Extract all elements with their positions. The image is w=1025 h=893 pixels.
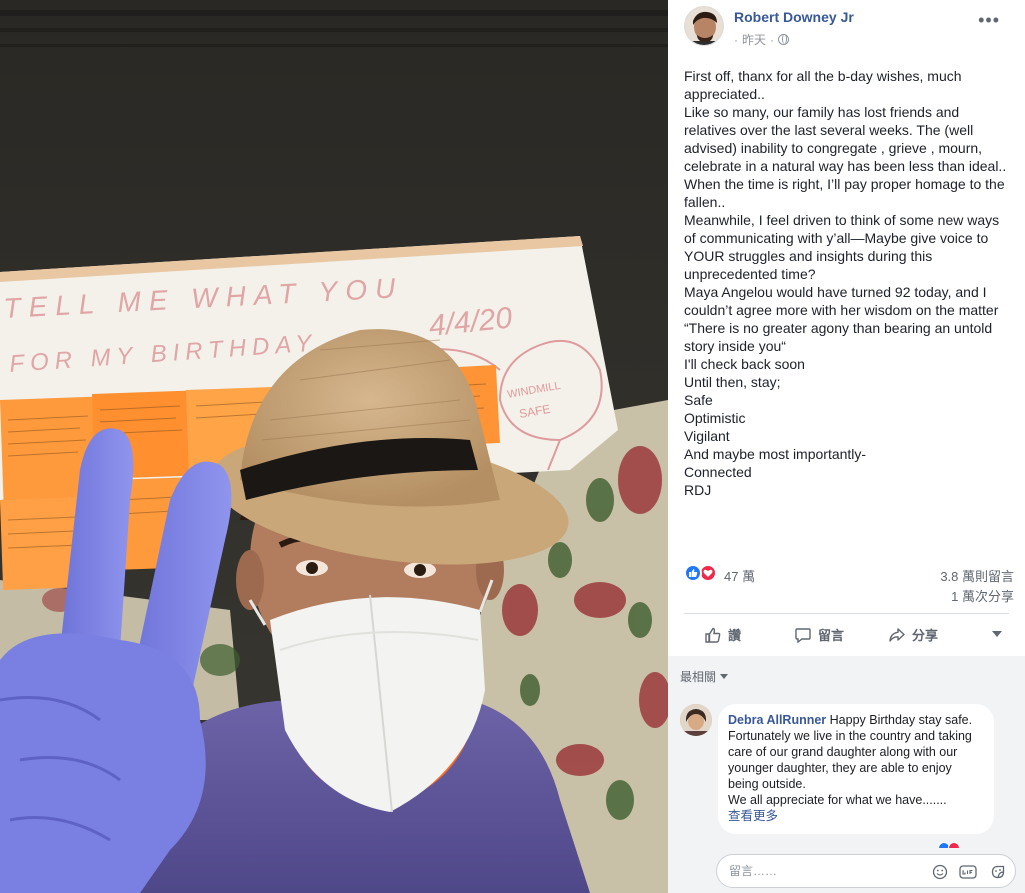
share-count[interactable]: 1 萬次分享 xyxy=(951,586,1014,605)
comment-text-last: We all appreciate for what we have......… xyxy=(728,793,947,807)
reactions-bar: 47 萬 3.8 萬則留言 1 萬次分享 xyxy=(684,564,1014,604)
comment-bubble: Debra AllRunner Happy Birthday stay safe… xyxy=(718,704,994,834)
post-text-line: Optimistic xyxy=(684,410,746,426)
chevron-down-icon[interactable] xyxy=(992,631,1002,637)
comment-text-rest: Fortunately we live in the country and t… xyxy=(728,729,972,791)
author-name[interactable]: Robert Downey Jr xyxy=(734,9,854,25)
comment-input[interactable] xyxy=(729,862,919,880)
comment-sort-label: 最相關 xyxy=(680,670,717,684)
share-icon xyxy=(889,627,905,642)
post-text: First off, thanx for all the b-day wishe… xyxy=(684,67,1014,499)
post-text-line: I'll check back soon xyxy=(684,356,805,372)
comment-composer xyxy=(668,848,1025,893)
sticker-icon[interactable] xyxy=(989,863,1007,881)
like-button[interactable]: 讚 xyxy=(704,625,741,644)
gif-icon[interactable] xyxy=(959,863,977,881)
meta-separator: · xyxy=(734,32,738,47)
more-options-icon[interactable]: ••• xyxy=(978,11,1000,29)
selfie-image: TELL ME WHAT YOU FOR MY BIRTHDAY 4/4/20 … xyxy=(0,0,668,893)
post-text-line: Safe xyxy=(684,392,713,408)
comment-text-first: Happy Birthday stay safe. xyxy=(829,713,973,727)
post-text-line: And maybe most importantly- xyxy=(684,446,867,462)
post-meta: · 昨天 · xyxy=(734,31,790,48)
post-text-line: RDJ xyxy=(684,482,712,498)
action-bar: 讚 留言 分享 xyxy=(684,617,1014,653)
comment-sort-dropdown[interactable]: 最相關 xyxy=(680,668,729,685)
commenter-avatar-image xyxy=(680,704,712,736)
comment-input-wrapper[interactable] xyxy=(716,854,1016,888)
post-text-line: First off, thanx for all the b-day wishe… xyxy=(684,68,962,102)
post-text-line: When the time is right, I’ll pay proper … xyxy=(684,176,1005,210)
post-panel: Robert Downey Jr · 昨天 · ••• First off, t… xyxy=(668,0,1025,893)
commenter-avatar[interactable] xyxy=(680,704,712,736)
post-header: Robert Downey Jr · 昨天 · ••• xyxy=(684,6,1014,50)
emoji-icon[interactable] xyxy=(931,863,949,881)
post-text-line: Vigilant xyxy=(684,428,730,444)
post-text-line: Connected xyxy=(684,464,752,480)
reaction-count[interactable]: 47 萬 xyxy=(724,566,755,585)
commenter-name[interactable]: Debra AllRunner xyxy=(728,713,826,727)
share-button[interactable]: 分享 xyxy=(888,625,938,644)
thumbs-up-icon xyxy=(705,627,721,643)
like-reaction-icon[interactable] xyxy=(684,564,702,582)
author-avatar-image xyxy=(685,7,723,45)
divider xyxy=(684,613,1009,614)
comment-button[interactable]: 留言 xyxy=(794,625,844,644)
like-label: 讚 xyxy=(728,628,742,643)
caret-down-icon xyxy=(720,674,729,679)
comment-icon xyxy=(795,627,811,643)
meta-separator-2: · xyxy=(770,32,775,47)
post-photo[interactable]: TELL ME WHAT YOU FOR MY BIRTHDAY 4/4/20 … xyxy=(0,0,668,893)
author-avatar[interactable] xyxy=(684,6,724,46)
post-text-line: Maya Angelou would have turned 92 today,… xyxy=(684,284,999,354)
see-more-link[interactable]: 查看更多 xyxy=(728,808,984,824)
post-text-line: Meanwhile, I feel driven to think of som… xyxy=(684,212,1000,282)
post-text-line: Until then, stay; xyxy=(684,374,781,390)
comment-count[interactable]: 3.8 萬則留言 xyxy=(940,566,1014,585)
reaction-icons[interactable] xyxy=(684,564,717,584)
globe-icon[interactable] xyxy=(778,34,790,45)
post-timestamp[interactable]: 昨天 xyxy=(742,31,766,48)
post-text-line: Like so many, our family has lost friend… xyxy=(684,104,1007,174)
comment-label: 留言 xyxy=(818,628,845,643)
share-label: 分享 xyxy=(912,628,939,643)
